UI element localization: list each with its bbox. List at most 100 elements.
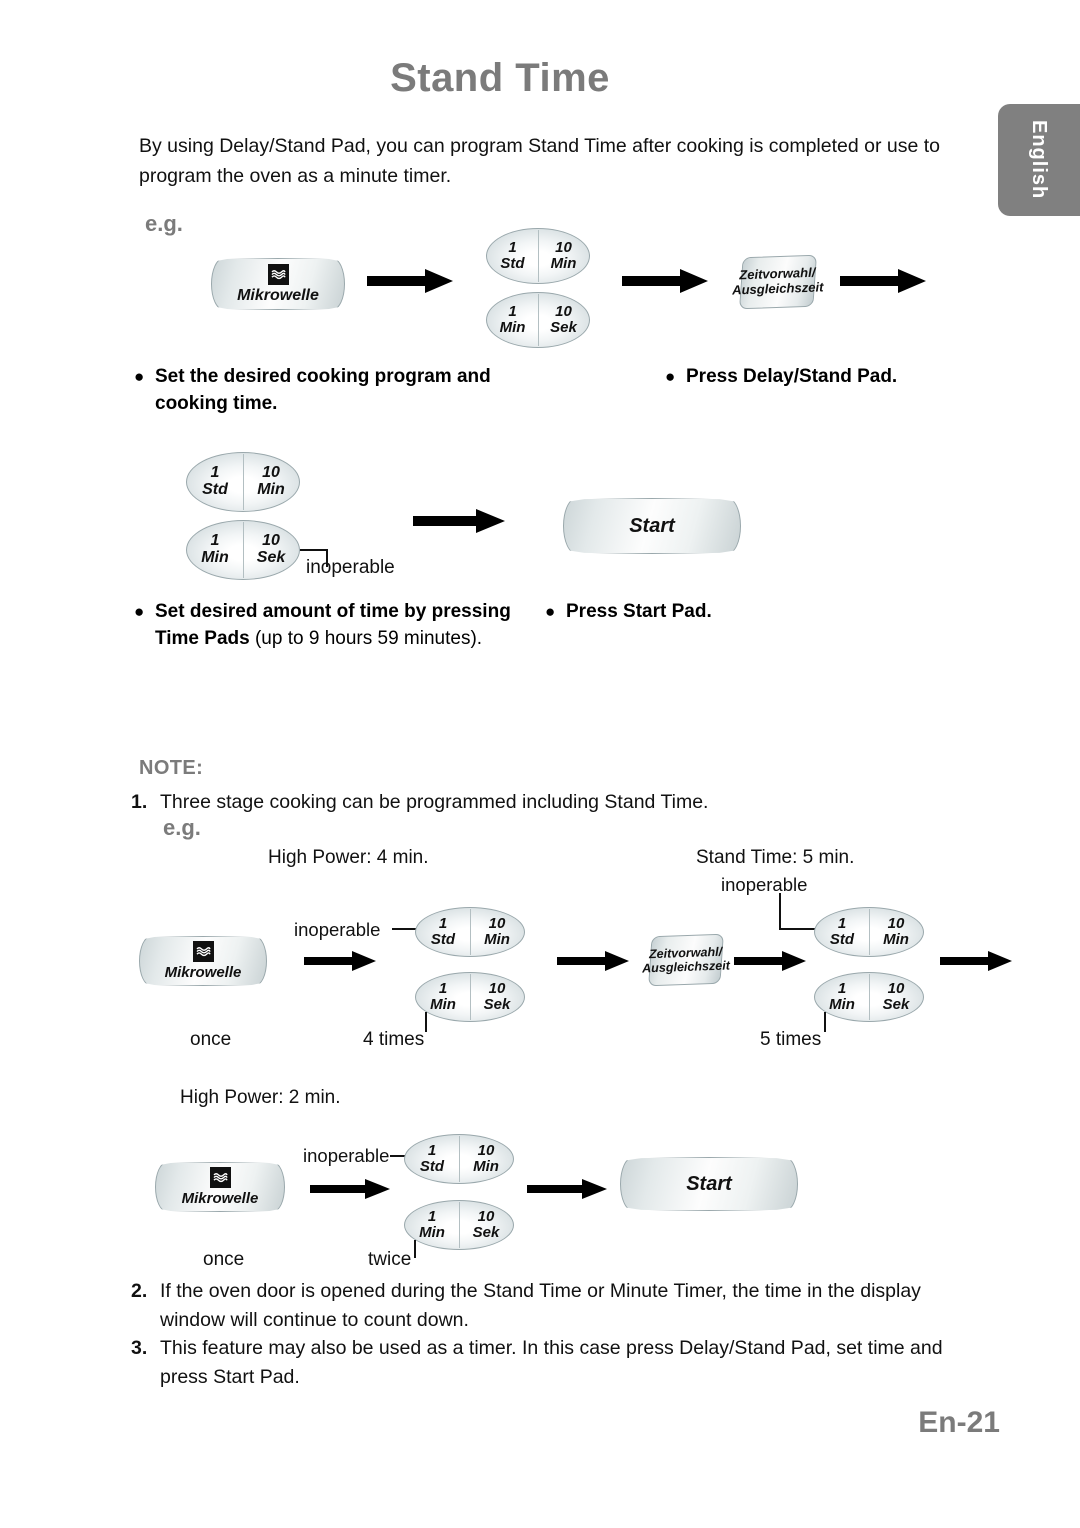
time-pad-divider [869, 974, 870, 1020]
time-pad-hour-tenmin-1[interactable]: 1 Std 10 Min [486, 228, 590, 284]
time-pad-unit: Sek [483, 996, 511, 1013]
microwave-pad-3[interactable]: Mikrowelle [155, 1162, 285, 1212]
inoperable-label-4: inoperable [721, 874, 808, 895]
bullet-dot-icon: ● [134, 367, 145, 386]
time-pad-value: 1 [837, 980, 847, 998]
time-pad-half-tensec[interactable]: 10 Sek [243, 521, 299, 579]
time-pad-unit: Std [430, 931, 456, 948]
page-title: Stand Time [390, 56, 610, 100]
leader-line-horizontal [779, 928, 815, 930]
time-pad-hour-tenmin-2[interactable]: 1 Std 10 Min [186, 452, 300, 512]
time-pad-min-tensec-2[interactable]: 1 Min 10 Sek [186, 520, 300, 580]
time-pad-value: 10 [488, 915, 506, 933]
time-pad-half-tensec[interactable]: 10 Sek [538, 293, 589, 347]
time-pad-unit: Min [550, 255, 577, 272]
microwave-pad-label: Mikrowelle [181, 1190, 259, 1207]
leader-line-vertical [824, 1012, 826, 1032]
time-pad-half-tenmin[interactable]: 10 Min [470, 908, 524, 956]
time-pad-hour-tenmin-3[interactable]: 1 Std 10 Min [415, 907, 525, 957]
arrow-right-7 [734, 950, 806, 972]
time-pad-half-min[interactable]: 1 Min [187, 521, 243, 579]
step-3-bullet: ● Set desired amount of time by pressing… [134, 598, 554, 652]
time-pad-half-tenmin[interactable]: 10 Min [869, 908, 923, 956]
note-text: This feature may also be used as a timer… [160, 1337, 943, 1388]
note-item-3: 3. This feature may also be used as a ti… [131, 1334, 981, 1392]
step-3-regular: (up to 9 hours 59 minutes). [249, 628, 483, 649]
start-pad-label: Start [686, 1172, 732, 1195]
time-pad-half-tenmin[interactable]: 10 Min [538, 229, 589, 283]
arrow-right-9 [310, 1178, 390, 1200]
start-pad-2[interactable]: Start [620, 1157, 798, 1211]
time-pad-value: 10 [887, 915, 905, 933]
time-pad-unit: Min [430, 996, 456, 1013]
start-pad-label: Start [629, 514, 675, 537]
time-pad-half-tenmin[interactable]: 10 Min [459, 1135, 513, 1183]
note-number: 1. [131, 791, 148, 813]
high-power-4-label: High Power: 4 min. [268, 847, 429, 868]
language-tab-label: English [1028, 120, 1050, 200]
time-pad-unit: Std [419, 1158, 445, 1175]
start-pad-1[interactable]: Start [563, 498, 741, 554]
delay-stand-pad-label: Zeitvorwahl/ Ausgleichszeit [642, 945, 731, 976]
time-pad-half-hour[interactable]: 1 Std [416, 908, 470, 956]
microwave-wave-icon [209, 1167, 231, 1188]
time-pad-half-hour[interactable]: 1 Std [487, 229, 538, 283]
time-pad-half-tenmin[interactable]: 10 Min [243, 453, 299, 511]
time-pad-divider [243, 454, 244, 510]
time-pad-unit: Min [829, 996, 855, 1013]
time-pad-min-tensec-1[interactable]: 1 Min 10 Sek [486, 292, 590, 348]
time-pad-unit: Min [883, 931, 909, 948]
time-pad-unit: Sek [256, 549, 286, 566]
time-pad-unit: Min [201, 549, 229, 566]
note-number: 3. [131, 1337, 148, 1359]
bullet-dot-icon: ● [545, 602, 556, 621]
time-pad-half-hour[interactable]: 1 Std [405, 1135, 459, 1183]
time-pad-half-tensec[interactable]: 10 Sek [869, 973, 923, 1021]
time-pad-value: 10 [555, 303, 572, 321]
microwave-pad-2[interactable]: Mikrowelle [139, 936, 267, 986]
time-pad-value: 1 [427, 1208, 437, 1226]
inoperable-label-2: inoperable [306, 557, 395, 578]
leader-line-vertical [779, 893, 781, 928]
delay-stand-pad-1[interactable]: Zeitvorwahl/ Ausgleichszeit [732, 254, 824, 310]
arrow-right-3 [840, 268, 926, 294]
step-2-bullet: ● Press Delay/Stand Pad. [665, 363, 995, 390]
time-pad-half-hour[interactable]: 1 Std [815, 908, 869, 956]
step-4-bullet: ● Press Start Pad. [545, 598, 875, 625]
time-pad-hour-tenmin-5[interactable]: 1 Std 10 Min [404, 1134, 514, 1184]
time-pad-divider [243, 522, 244, 578]
eg-label-2: e.g. [163, 815, 201, 840]
time-pad-unit: Min [484, 931, 510, 948]
time-pad-half-tensec[interactable]: 10 Sek [459, 1201, 513, 1249]
time-pad-half-min[interactable]: 1 Min [487, 293, 538, 347]
bullet-dot-icon: ● [134, 602, 145, 621]
time-pad-min-tensec-4[interactable]: 1 Min 10 Sek [814, 972, 924, 1022]
time-pad-value: 10 [887, 980, 905, 998]
delay-stand-pad-2[interactable]: Zeitvorwahl/ Ausgleichszeit [642, 933, 730, 987]
time-pad-divider [459, 1202, 460, 1248]
time-pad-value: 10 [488, 980, 506, 998]
time-pad-min-tensec-5[interactable]: 1 Min 10 Sek [404, 1200, 514, 1250]
arrow-right-8 [940, 950, 1012, 972]
microwave-pad-label: Mikrowelle [237, 286, 319, 304]
time-pad-half-tensec[interactable]: 10 Sek [470, 973, 524, 1021]
time-pad-value: 1 [508, 303, 517, 321]
time-pad-value: 1 [210, 532, 220, 550]
intro-paragraph: By using Delay/Stand Pad, you can progra… [139, 135, 941, 187]
arrow-right-5 [304, 950, 376, 972]
time-pad-min-tensec-3[interactable]: 1 Min 10 Sek [415, 972, 525, 1022]
delay-stand-line2: Ausgleichszeit [642, 958, 731, 976]
time-pad-unit: Min [499, 319, 526, 336]
stand-time-5-label: Stand Time: 5 min. [696, 847, 855, 868]
delay-stand-pad-label: Zeitvorwahl/ Ausgleichszeit [732, 265, 824, 298]
note-number: 2. [131, 1280, 148, 1302]
microwave-wave-icon [267, 263, 289, 285]
once-label-2: once [203, 1249, 245, 1270]
time-pad-half-hour[interactable]: 1 Std [187, 453, 243, 511]
microwave-pad-1[interactable]: Mikrowelle [211, 258, 345, 310]
arrow-right-10 [527, 1178, 607, 1200]
time-pad-value: 10 [262, 532, 280, 550]
microwave-pad-label: Mikrowelle [164, 964, 242, 981]
note-label: NOTE: [139, 757, 204, 779]
time-pad-hour-tenmin-4[interactable]: 1 Std 10 Min [814, 907, 924, 957]
